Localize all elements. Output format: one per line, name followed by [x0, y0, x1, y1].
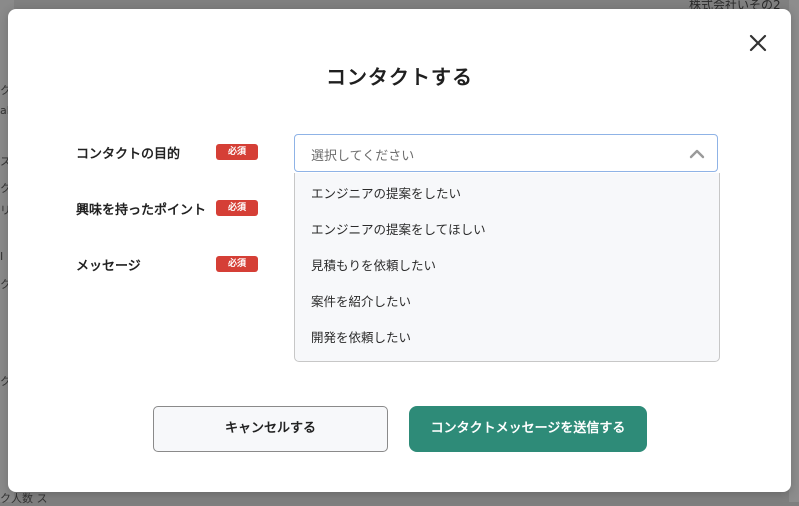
required-badge: 必須 — [216, 144, 258, 160]
send-contact-message-button[interactable]: コンタクトメッセージを送信する — [409, 406, 647, 452]
close-button[interactable] — [748, 33, 768, 53]
select-dropdown-menu: エンジニアの提案をしたい エンジニアの提案をしてほしい 見積もりを依頼したい 案… — [294, 173, 720, 362]
chevron-up-icon — [689, 149, 705, 159]
field-label-purpose: コンタクトの目的 — [76, 147, 181, 162]
close-icon — [749, 34, 767, 52]
field-label-interest-point: 興味を持ったポイント — [76, 203, 207, 218]
dropdown-option[interactable]: 案件を紹介したい — [311, 291, 411, 310]
background-bottom-text: ク人数 ス — [0, 492, 48, 505]
dropdown-option[interactable]: エンジニアの提案をしてほしい — [311, 219, 486, 238]
background-text-fragment: I — [0, 250, 4, 263]
field-label-message: メッセージ — [76, 259, 141, 274]
dropdown-option[interactable]: 開発を依頼したい — [311, 327, 411, 346]
select-placeholder: 選択してください — [311, 149, 415, 164]
dropdown-option[interactable]: エンジニアの提案をしたい — [311, 183, 461, 202]
required-badge: 必須 — [216, 256, 258, 272]
contact-modal: コンタクトする コンタクトの目的 必須 興味を持ったポイント 必須 メッセージ … — [8, 9, 791, 492]
modal-title: コンタクトする — [326, 65, 473, 89]
dropdown-option[interactable]: 見積もりを依頼したい — [311, 255, 436, 274]
cancel-button[interactable]: キャンセルする — [153, 406, 388, 452]
purpose-select[interactable]: 選択してください — [294, 134, 718, 172]
required-badge: 必須 — [216, 200, 258, 216]
